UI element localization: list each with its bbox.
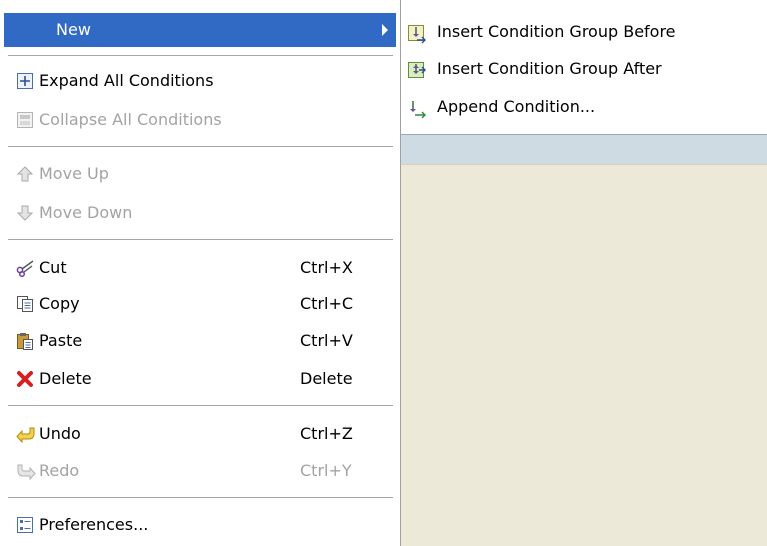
submenu-item-insert-condition-group-after[interactable]: Insert Condition Group After — [401, 52, 767, 88]
scissors-icon — [16, 259, 34, 278]
menu-item-delete[interactable]: Delete Delete — [4, 362, 396, 396]
insert-group-after-icon — [407, 61, 427, 81]
menu-item-label: Cut — [39, 258, 67, 277]
menu-item-label: Undo — [39, 424, 81, 443]
submenu-item-label: Insert Condition Group Before — [437, 22, 676, 41]
menu-item-shortcut: Ctrl+C — [300, 294, 354, 313]
collapse-all-icon — [16, 111, 34, 129]
background-editor-pane — [401, 164, 767, 546]
menu-item-shortcut: Ctrl+V — [300, 331, 353, 350]
menu-item-preferences[interactable]: Preferences... — [4, 508, 396, 542]
menu-item-shortcut: Ctrl+Y — [300, 461, 352, 480]
submenu-arrow-icon — [382, 24, 388, 36]
menu-item-label: Expand All Conditions — [39, 71, 214, 90]
menu-item-label: Paste — [39, 331, 83, 350]
copy-icon — [16, 295, 34, 313]
menu-separator — [8, 497, 393, 499]
submenu-item-label: Append Condition... — [437, 97, 596, 116]
menu-item-collapse-all-conditions[interactable]: Collapse All Conditions — [4, 103, 396, 137]
append-condition-icon — [407, 99, 427, 119]
menu-item-label: New — [56, 20, 91, 39]
paste-icon — [16, 332, 34, 350]
menu-item-new[interactable]: New — [4, 13, 396, 47]
new-submenu: Insert Condition Group Before Insert Con… — [401, 0, 767, 134]
menu-item-label: Move Down — [39, 203, 133, 222]
menu-item-move-down[interactable]: Move Down — [4, 196, 396, 230]
arrow-down-icon — [16, 204, 34, 222]
menu-item-label: Delete — [39, 369, 92, 388]
preferences-icon — [16, 516, 34, 534]
menu-item-cut[interactable]: Cut Ctrl+X — [4, 251, 396, 285]
menu-item-shortcut: Delete — [300, 369, 353, 388]
menu-item-undo[interactable]: Undo Ctrl+Z — [4, 417, 396, 451]
arrow-up-icon — [16, 165, 34, 183]
menu-item-redo[interactable]: Redo Ctrl+Y — [4, 454, 396, 488]
submenu-item-append-condition[interactable]: Append Condition... — [401, 90, 767, 126]
redo-icon — [16, 462, 36, 481]
delete-icon — [16, 370, 34, 388]
expand-all-icon — [16, 72, 34, 90]
submenu-item-label: Insert Condition Group After — [437, 59, 662, 78]
menu-item-shortcut: Ctrl+Z — [300, 424, 353, 443]
menu-item-label: Preferences... — [39, 515, 149, 534]
menu-item-label: Collapse All Conditions — [39, 110, 222, 129]
menu-item-move-up[interactable]: Move Up — [4, 157, 396, 191]
insert-group-before-icon — [407, 24, 427, 44]
menu-item-paste[interactable]: Paste Ctrl+V — [4, 324, 396, 358]
undo-icon — [16, 425, 35, 444]
menu-item-label: Copy — [39, 294, 80, 313]
menu-item-shortcut: Ctrl+X — [300, 258, 353, 277]
background-toolbar-strip — [401, 134, 767, 164]
menu-separator — [8, 405, 393, 407]
menu-separator — [8, 146, 393, 148]
menu-item-label: Move Up — [39, 164, 109, 183]
context-menu: New Expand All Conditions Collapse All C… — [0, 0, 401, 546]
submenu-item-insert-condition-group-before[interactable]: Insert Condition Group Before — [401, 15, 767, 51]
menu-item-copy[interactable]: Copy Ctrl+C — [4, 287, 396, 321]
menu-item-expand-all-conditions[interactable]: Expand All Conditions — [4, 64, 396, 98]
menu-separator — [8, 55, 393, 57]
menu-separator — [8, 239, 393, 241]
menu-item-label: Redo — [39, 461, 80, 480]
